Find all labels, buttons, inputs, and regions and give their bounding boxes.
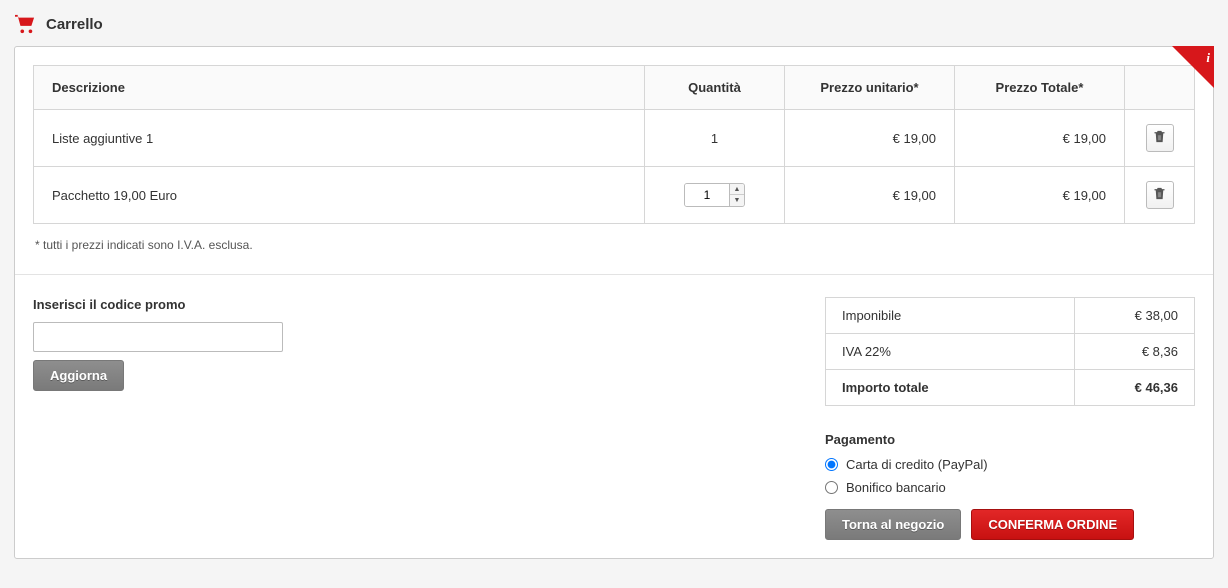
cell-quantity: ▲▼ <box>645 167 785 224</box>
cart-icon <box>14 14 36 34</box>
cell-unit-price: € 19,00 <box>785 167 955 224</box>
cart-table: Descrizione Quantità Prezzo unitario* Pr… <box>33 65 1195 224</box>
payment-option-label: Bonifico bancario <box>846 480 946 495</box>
promo-section: Inserisci il codice promo Aggiorna <box>33 297 283 391</box>
vat-label: IVA 22% <box>826 334 1075 370</box>
payment-option-label: Carta di credito (PayPal) <box>846 457 988 472</box>
cell-unit-price: € 19,00 <box>785 110 955 167</box>
section-divider <box>15 274 1213 275</box>
grand-total-value: € 46,36 <box>1075 370 1195 406</box>
trash-icon <box>1152 129 1167 147</box>
cell-total-price: € 19,00 <box>955 167 1125 224</box>
info-corner-badge[interactable]: i <box>1172 46 1214 88</box>
col-header-total-price: Prezzo Totale* <box>955 66 1125 110</box>
quantity-input[interactable] <box>685 184 729 206</box>
grand-total-label: Importo totale <box>826 370 1075 406</box>
payment-heading: Pagamento <box>825 432 1195 447</box>
cell-quantity: 1 <box>645 110 785 167</box>
cell-actions <box>1125 110 1195 167</box>
update-promo-button[interactable]: Aggiorna <box>33 360 124 391</box>
vat-note: * tutti i prezzi indicati sono I.V.A. es… <box>35 238 1195 252</box>
table-row: Liste aggiuntive 11€ 19,00€ 19,00 <box>34 110 1195 167</box>
trash-icon <box>1152 186 1167 204</box>
table-row: Pacchetto 19,00 Euro ▲▼ € 19,00€ 19,00 <box>34 167 1195 224</box>
totals-table: Imponibile € 38,00 IVA 22% € 8,36 Import… <box>825 297 1195 406</box>
qty-increase-button[interactable]: ▲ <box>730 184 744 195</box>
promo-label: Inserisci il codice promo <box>33 297 283 312</box>
delete-row-button[interactable] <box>1146 124 1174 152</box>
page-title: Carrello <box>46 16 103 33</box>
back-to-shop-button[interactable]: Torna al negozio <box>825 509 961 540</box>
col-header-description: Descrizione <box>34 66 645 110</box>
cell-actions <box>1125 167 1195 224</box>
cell-total-price: € 19,00 <box>955 110 1125 167</box>
col-header-unit-price: Prezzo unitario* <box>785 66 955 110</box>
cell-description: Liste aggiuntive 1 <box>34 110 645 167</box>
info-icon: i <box>1206 50 1210 66</box>
qty-decrease-button[interactable]: ▼ <box>730 195 744 206</box>
taxable-label: Imponibile <box>826 298 1075 334</box>
quantity-stepper[interactable]: ▲▼ <box>684 183 745 207</box>
promo-input[interactable] <box>33 322 283 352</box>
payment-option[interactable]: Carta di credito (PayPal) <box>825 457 1195 472</box>
vat-value: € 8,36 <box>1075 334 1195 370</box>
payment-radio[interactable] <box>825 458 838 471</box>
page-header: Carrello <box>14 14 1214 34</box>
payment-radio[interactable] <box>825 481 838 494</box>
confirm-order-button[interactable]: CONFERMA ORDINE <box>971 509 1134 540</box>
taxable-value: € 38,00 <box>1075 298 1195 334</box>
cell-description: Pacchetto 19,00 Euro <box>34 167 645 224</box>
cart-panel: i Descrizione Quantità Prezzo unitario* … <box>14 46 1214 559</box>
delete-row-button[interactable] <box>1146 181 1174 209</box>
col-header-quantity: Quantità <box>645 66 785 110</box>
payment-option[interactable]: Bonifico bancario <box>825 480 1195 495</box>
